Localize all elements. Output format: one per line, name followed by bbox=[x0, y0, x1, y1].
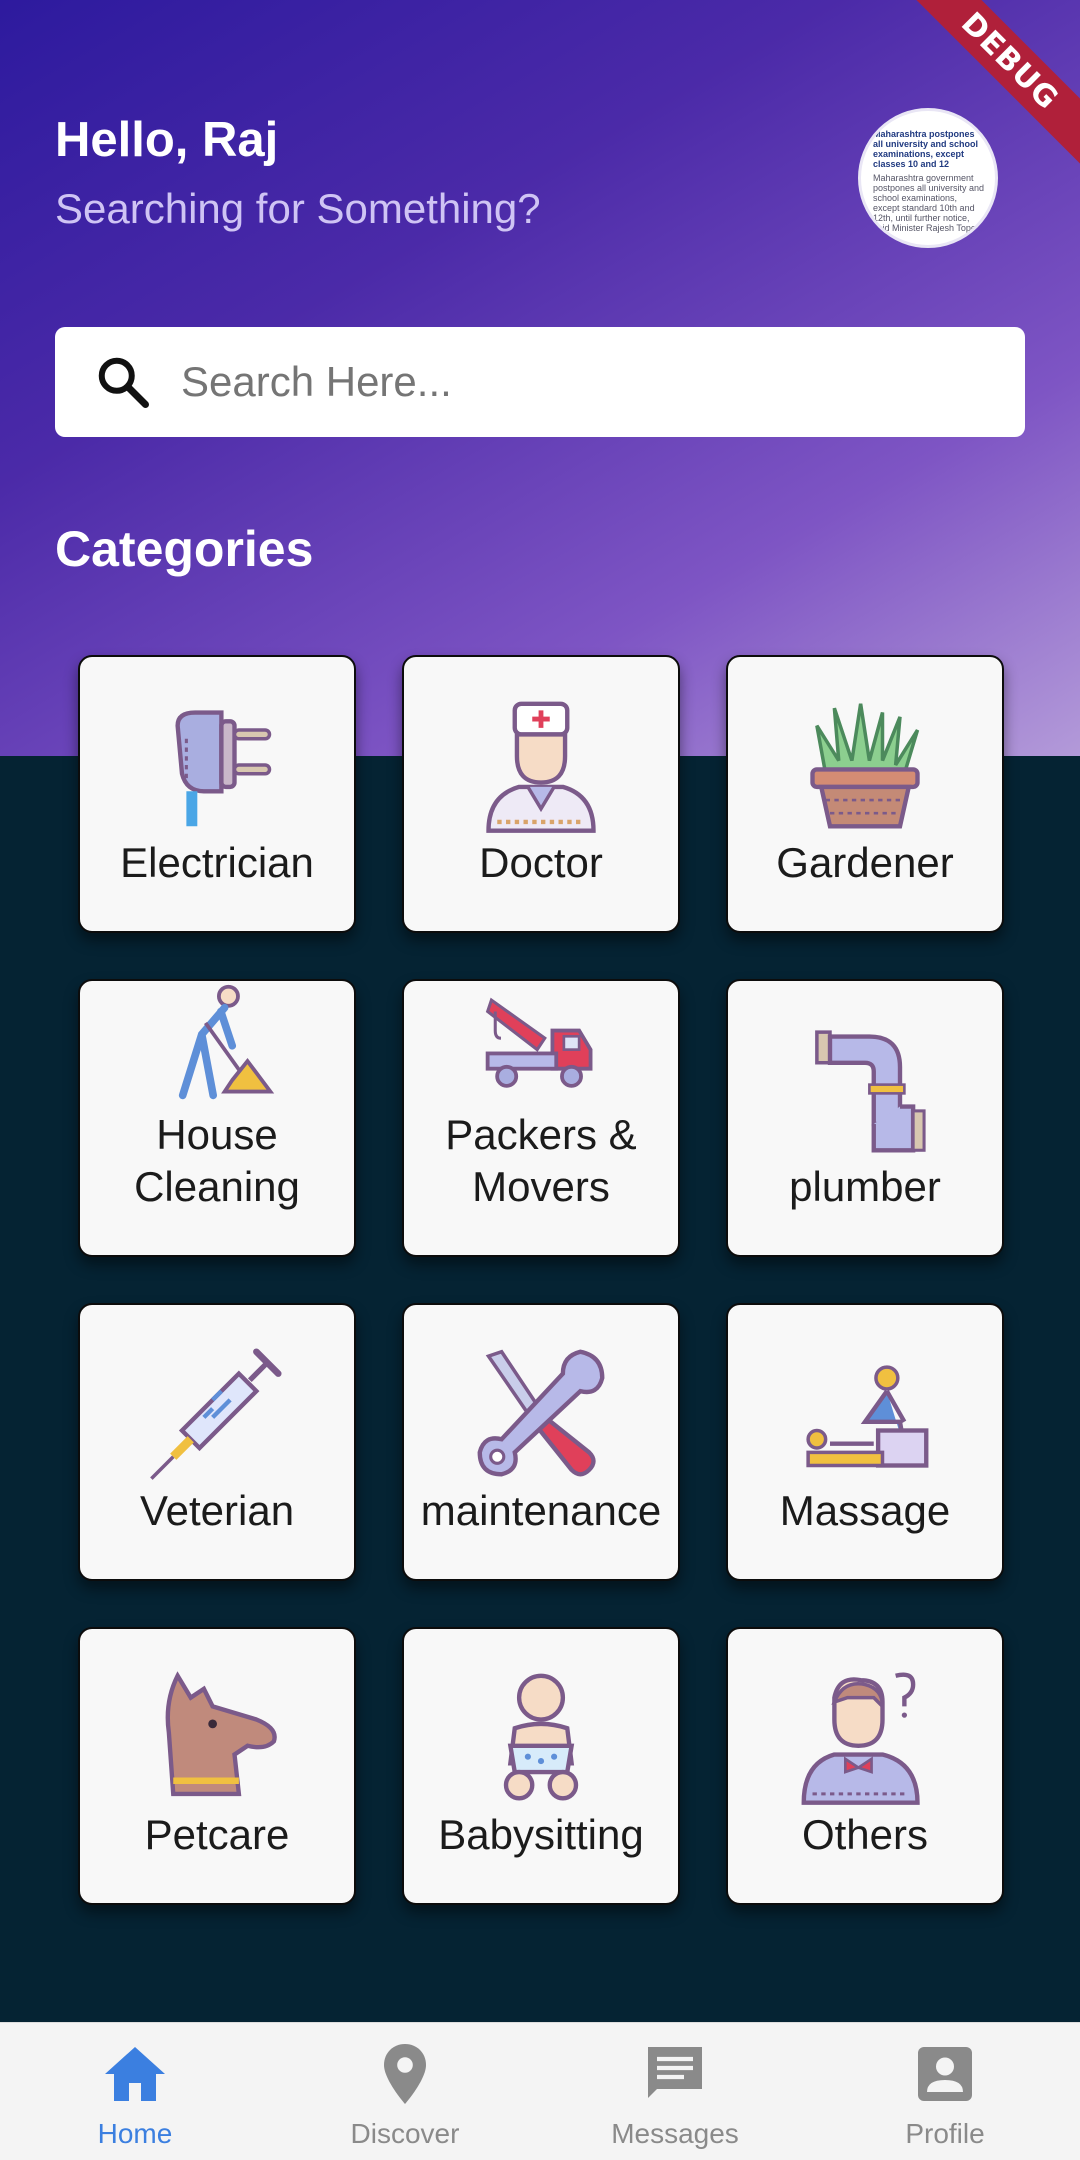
category-label: Massage bbox=[779, 1487, 951, 1534]
search-icon bbox=[98, 357, 149, 408]
nav-label: Discover bbox=[350, 2118, 460, 2149]
category-card-gardener[interactable]: Gardener bbox=[726, 655, 1004, 933]
category-label: maintenance bbox=[420, 1487, 662, 1534]
home-icon bbox=[105, 2047, 165, 2101]
nav-label: Home bbox=[97, 2118, 173, 2149]
greeting: Hello, Raj bbox=[55, 113, 279, 167]
category-card-others[interactable]: Others bbox=[726, 1627, 1004, 1905]
location-pin-icon bbox=[384, 2044, 426, 2104]
category-label: Gardener bbox=[776, 839, 954, 886]
message-icon bbox=[648, 2047, 702, 2098]
category-label: Doctor bbox=[479, 839, 603, 886]
nav-discover[interactable]: Discover bbox=[270, 2023, 540, 2160]
category-card-electrician[interactable]: Electrician bbox=[78, 655, 356, 933]
avatar[interactable]: Maharashtra postpones all university and… bbox=[858, 108, 998, 248]
category-card-petcare[interactable]: Petcare bbox=[78, 1627, 356, 1905]
category-card-maintenance[interactable]: maintenance bbox=[402, 1303, 680, 1581]
category-label: House Cleaning bbox=[134, 1111, 300, 1210]
category-card-plumber[interactable]: plumber bbox=[726, 979, 1004, 1257]
avatar-headline: Maharashtra postpones all university and… bbox=[873, 129, 979, 169]
nav-home[interactable]: Home bbox=[0, 2023, 270, 2160]
baby-icon bbox=[503, 1673, 579, 1801]
dog-icon bbox=[165, 1671, 277, 1797]
nav-messages[interactable]: Messages bbox=[540, 2023, 810, 2160]
category-grid: Electrician Doctor Gardener House Cleani… bbox=[78, 655, 1004, 1905]
category-label: Electrician bbox=[120, 839, 314, 886]
tow-truck-icon bbox=[485, 997, 593, 1088]
nav-profile[interactable]: Profile bbox=[810, 2023, 1080, 2160]
nav-label: Profile bbox=[905, 2118, 985, 2149]
massage-icon bbox=[806, 1365, 929, 1468]
category-label: Babysitting bbox=[438, 1811, 644, 1858]
category-card-veterian[interactable]: Veterian bbox=[78, 1303, 356, 1581]
wrench-screwdriver-icon bbox=[477, 1349, 605, 1477]
search-bar[interactable] bbox=[55, 327, 1025, 437]
person-question-icon bbox=[801, 1672, 920, 1805]
doctor-icon bbox=[486, 701, 596, 833]
avatar-body: Maharashtra government postpones all uni… bbox=[873, 173, 985, 233]
profile-icon bbox=[918, 2047, 972, 2101]
bottom-navigation: Home Discover Messages Profile bbox=[0, 2022, 1080, 2160]
category-card-packers-movers[interactable]: Packers & Movers bbox=[402, 979, 680, 1257]
category-label: Veterian bbox=[139, 1487, 295, 1534]
category-label: Petcare bbox=[144, 1811, 290, 1858]
syringe-icon bbox=[150, 1348, 282, 1480]
plant-pot-icon bbox=[810, 703, 920, 829]
categories-title: Categories bbox=[55, 521, 314, 577]
category-card-house-cleaning[interactable]: House Cleaning bbox=[78, 979, 356, 1257]
category-card-babysitting[interactable]: Babysitting bbox=[402, 1627, 680, 1905]
search-input[interactable] bbox=[181, 358, 961, 406]
nav-label: Messages bbox=[611, 2118, 739, 2149]
shoveling-worker-icon bbox=[178, 984, 275, 1100]
category-label: Packers & Movers bbox=[445, 1111, 637, 1210]
pipe-icon bbox=[815, 1030, 926, 1153]
greeting-subtitle: Searching for Something? bbox=[55, 185, 541, 232]
category-card-doctor[interactable]: Doctor bbox=[402, 655, 680, 933]
category-label: plumber bbox=[789, 1163, 941, 1210]
category-label: Others bbox=[801, 1811, 929, 1858]
plug-icon bbox=[175, 710, 272, 827]
category-card-massage[interactable]: Massage bbox=[726, 1303, 1004, 1581]
